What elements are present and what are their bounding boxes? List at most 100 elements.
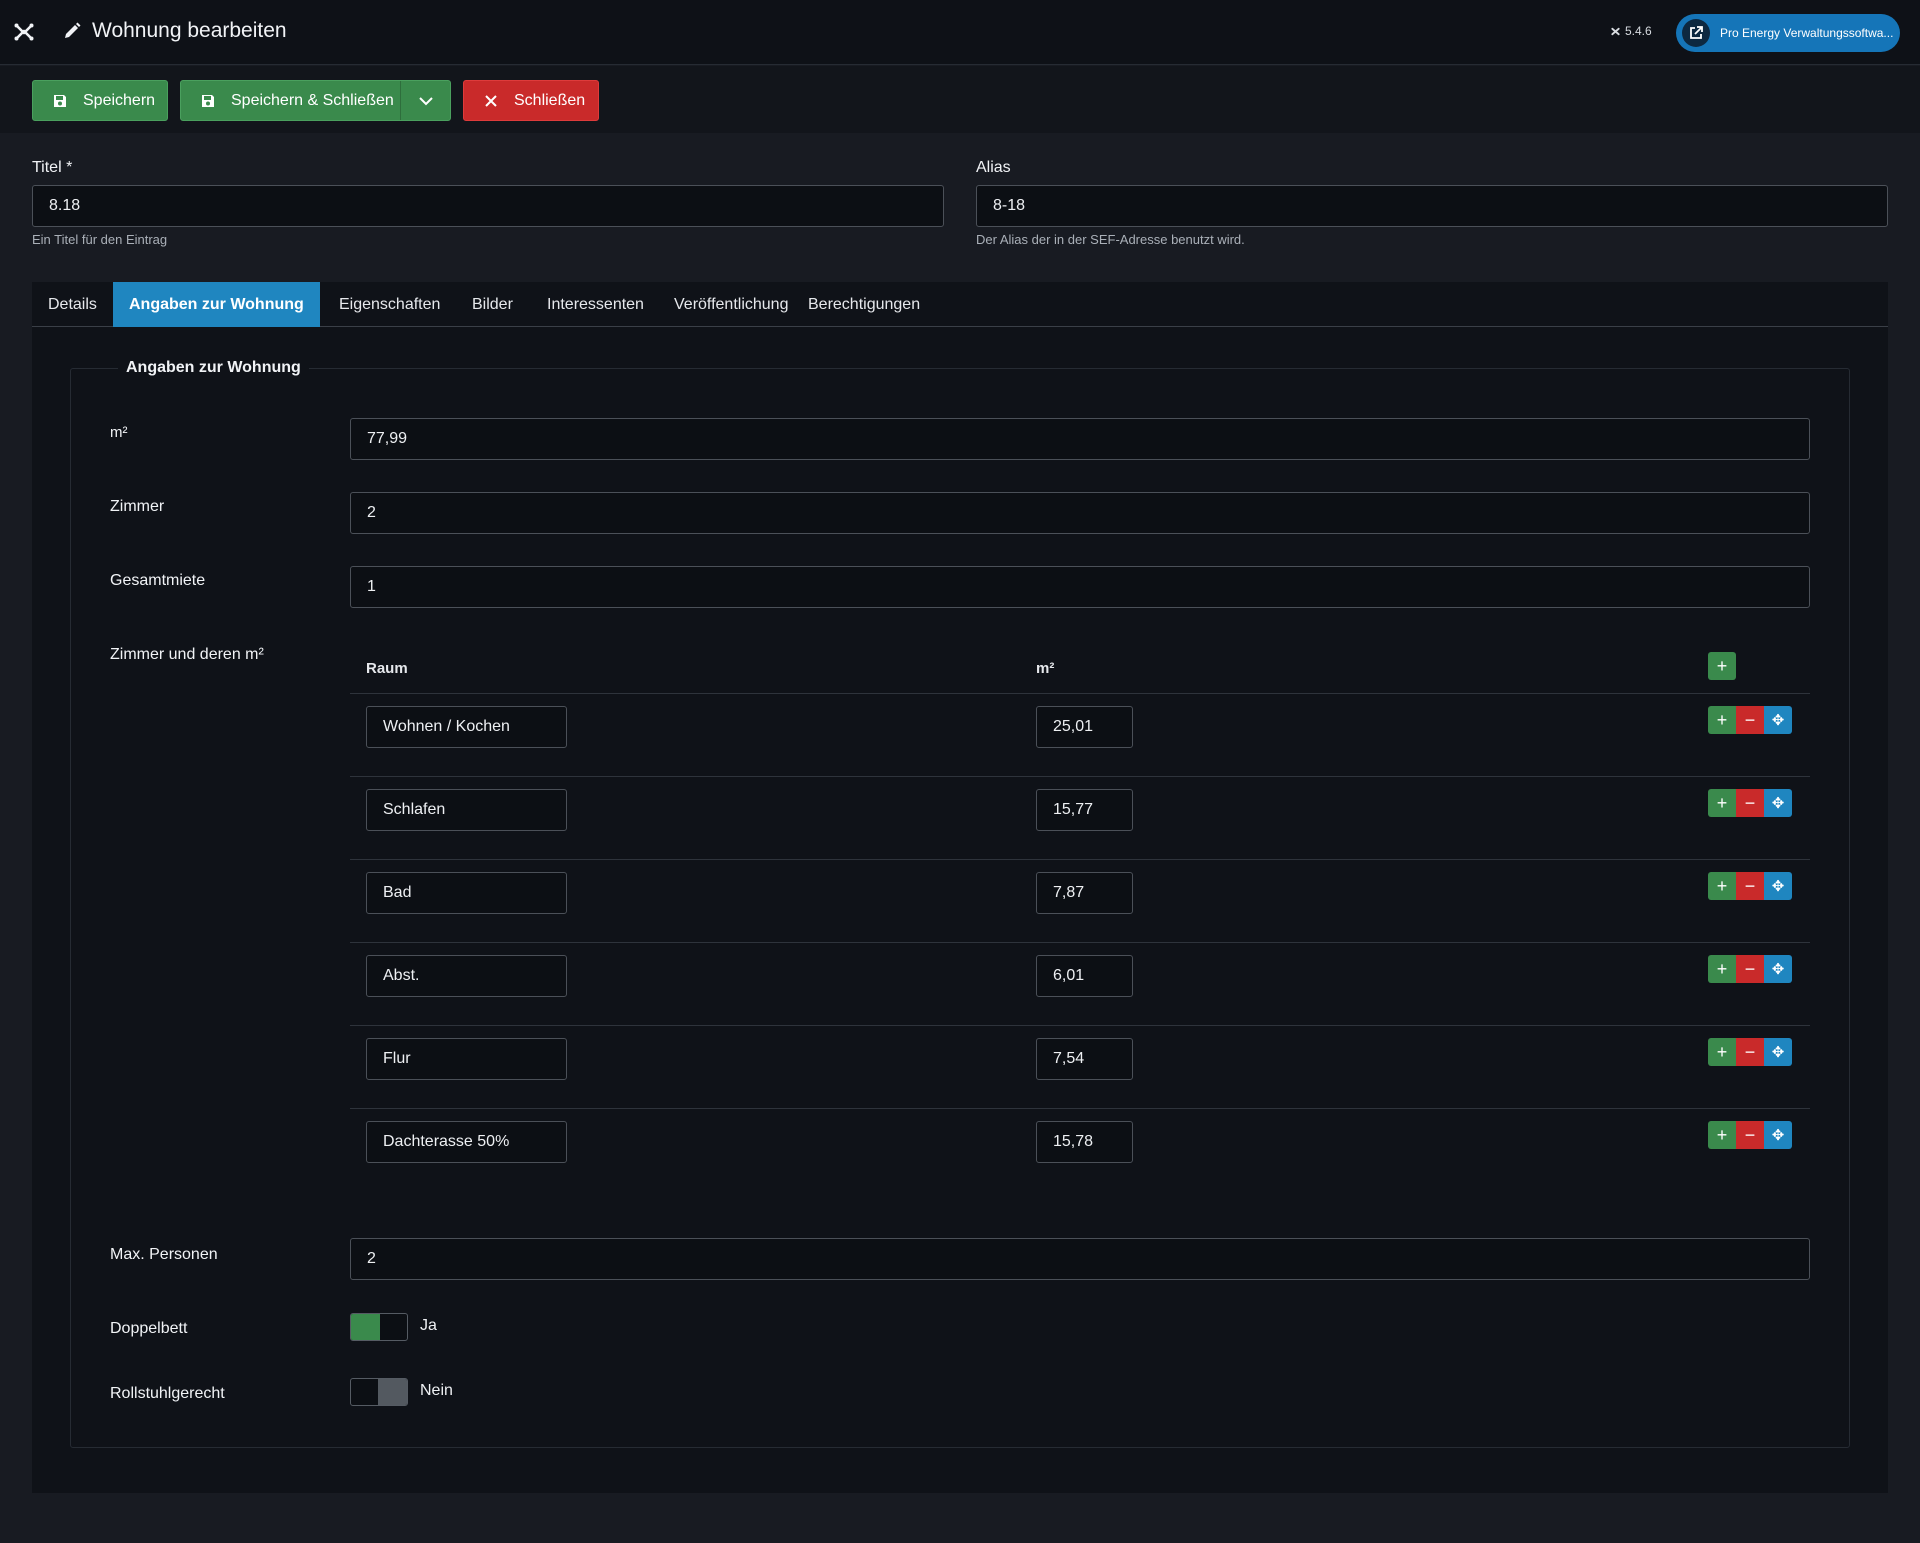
move-row-handle[interactable]: ✥ <box>1764 789 1792 817</box>
close-icon <box>482 92 500 110</box>
room-name-input[interactable]: Dachterasse 50% <box>366 1121 567 1163</box>
tab-bar: Details Angaben zur Wohnung Eigenschafte… <box>32 282 1888 327</box>
move-row-handle[interactable]: ✥ <box>1764 1121 1792 1149</box>
room-list-label: Zimmer und deren m² <box>110 646 264 663</box>
version-text: 5.4.6 <box>1625 24 1652 38</box>
wheelchair-state: Nein <box>420 1382 453 1399</box>
move-row-handle[interactable]: ✥ <box>1764 955 1792 983</box>
wheelchair-toggle[interactable] <box>350 1378 408 1406</box>
chevron-down-icon <box>418 96 433 105</box>
room-name-input[interactable]: Schlafen <box>366 789 567 831</box>
room-name-input[interactable]: Flur <box>366 1038 567 1080</box>
move-arrows-icon: ✥ <box>1771 712 1785 729</box>
title-hint: Ein Titel für den Eintrag <box>32 232 168 247</box>
move-row-handle[interactable]: ✥ <box>1764 706 1792 734</box>
plus-icon: + <box>1716 1124 1728 1145</box>
alias-input[interactable]: 8-18 <box>976 185 1888 227</box>
room-name-input[interactable]: Wohnen / Kochen <box>366 706 567 748</box>
minus-icon: − <box>1744 1041 1756 1062</box>
page-title-text: Wohnung bearbeiten <box>92 19 287 42</box>
sqm-label: m² <box>110 424 128 441</box>
add-row-top-button[interactable]: + <box>1708 652 1736 680</box>
add-row-button[interactable]: + <box>1708 706 1736 734</box>
move-arrows-icon: ✥ <box>1771 878 1785 895</box>
title-label: Titel * <box>32 159 73 176</box>
move-arrows-icon: ✥ <box>1771 961 1785 978</box>
minus-icon: − <box>1744 1124 1756 1145</box>
save-button[interactable]: Speichern <box>32 80 168 121</box>
room-sqm-input[interactable]: 15,78 <box>1036 1121 1133 1163</box>
save-icon <box>51 92 69 110</box>
row-divider <box>350 1025 1810 1026</box>
double-bed-toggle[interactable] <box>350 1313 408 1341</box>
joomla-small-icon <box>1611 27 1620 35</box>
title-input[interactable]: 8.18 <box>32 185 944 227</box>
remove-row-button[interactable]: − <box>1736 706 1764 734</box>
save-close-button[interactable]: Speichern & Schließen <box>180 80 451 121</box>
remove-row-button[interactable]: − <box>1736 955 1764 983</box>
fieldset-legend: Angaben zur Wohnung <box>118 359 309 377</box>
move-arrows-icon: ✥ <box>1771 795 1785 812</box>
wheelchair-label: Rollstuhlgerecht <box>110 1385 225 1402</box>
tab-berechtigungen[interactable]: Berechtigungen <box>792 282 936 327</box>
add-row-button[interactable]: + <box>1708 955 1736 983</box>
plus-icon: + <box>1716 655 1728 676</box>
tab-bilder[interactable]: Bilder <box>456 282 529 327</box>
add-row-button[interactable]: + <box>1708 872 1736 900</box>
close-button[interactable]: Schließen <box>463 80 599 121</box>
double-bed-label: Doppelbett <box>110 1320 188 1337</box>
room-sqm-input[interactable]: 7,54 <box>1036 1038 1133 1080</box>
tab-angaben-zur-wohnung[interactable]: Angaben zur Wohnung <box>113 282 320 327</box>
col-header-room: Raum <box>366 660 408 677</box>
tab-eigenschaften[interactable]: Eigenschaften <box>323 282 456 327</box>
remove-row-button[interactable]: − <box>1736 789 1764 817</box>
add-row-button[interactable]: + <box>1708 1121 1736 1149</box>
total-rent-input[interactable]: 1 <box>350 566 1810 608</box>
sqm-input[interactable]: 77,99 <box>350 418 1810 460</box>
move-row-handle[interactable]: ✥ <box>1764 872 1792 900</box>
tab-details[interactable]: Details <box>32 282 113 327</box>
version-badge: 5.4.6 <box>1610 24 1652 38</box>
row-divider <box>350 942 1810 943</box>
minus-icon: − <box>1744 709 1756 730</box>
plus-icon: + <box>1716 1041 1728 1062</box>
toggle-off-indicator <box>378 1379 407 1405</box>
view-site-button[interactable]: Pro Energy Verwaltungssoftwa... <box>1676 14 1900 52</box>
room-sqm-input[interactable]: 25,01 <box>1036 706 1133 748</box>
view-site-label: Pro Energy Verwaltungssoftwa... <box>1720 26 1894 40</box>
minus-icon: − <box>1744 958 1756 979</box>
tab-interessenten[interactable]: Interessenten <box>531 282 660 327</box>
room-name-input[interactable]: Abst. <box>366 955 567 997</box>
remove-row-button[interactable]: − <box>1736 1121 1764 1149</box>
rooms-input[interactable]: 2 <box>350 492 1810 534</box>
save-options-dropdown[interactable] <box>400 81 450 120</box>
add-row-button[interactable]: + <box>1708 1038 1736 1066</box>
max-persons-input[interactable]: 2 <box>350 1238 1810 1280</box>
top-header: Wohnung bearbeiten 5.4.6 Pro Energy Verw… <box>0 0 1920 65</box>
minus-icon: − <box>1744 792 1756 813</box>
external-link-icon <box>1682 19 1710 47</box>
total-rent-label: Gesamtmiete <box>110 572 206 589</box>
room-sqm-input[interactable]: 7,87 <box>1036 872 1133 914</box>
row-divider <box>350 776 1810 777</box>
double-bed-state: Ja <box>420 1317 437 1334</box>
close-label: Schließen <box>514 91 586 109</box>
remove-row-button[interactable]: − <box>1736 872 1764 900</box>
minus-icon: − <box>1744 875 1756 896</box>
move-row-handle[interactable]: ✥ <box>1764 1038 1792 1066</box>
max-persons-label: Max. Personen <box>110 1246 218 1263</box>
pencil-icon <box>65 22 81 38</box>
room-sqm-input[interactable]: 15,77 <box>1036 789 1133 831</box>
move-arrows-icon: ✥ <box>1771 1127 1785 1144</box>
plus-icon: + <box>1716 792 1728 813</box>
tab-veroeffentlichung[interactable]: Veröffentlichung <box>658 282 804 327</box>
joomla-logo-icon[interactable] <box>12 20 36 44</box>
add-row-button[interactable]: + <box>1708 789 1736 817</box>
room-sqm-input[interactable]: 6,01 <box>1036 955 1133 997</box>
row-divider <box>350 859 1810 860</box>
plus-icon: + <box>1716 958 1728 979</box>
room-name-input[interactable]: Bad <box>366 872 567 914</box>
plus-icon: + <box>1716 875 1728 896</box>
remove-row-button[interactable]: − <box>1736 1038 1764 1066</box>
rooms-label: Zimmer <box>110 498 165 515</box>
